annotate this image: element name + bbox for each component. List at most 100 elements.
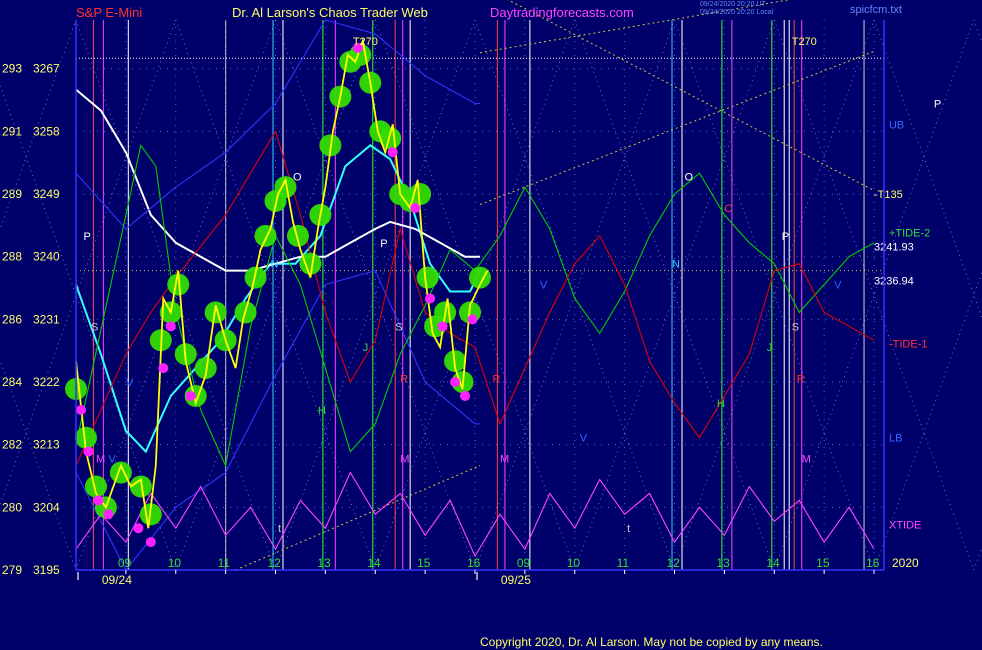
price-marker-5 [145, 537, 156, 548]
y-tick-left-6: 282 [2, 438, 22, 452]
annotation-28: V [540, 280, 548, 292]
annotation-20: H [318, 405, 326, 417]
y-tick-left-5: 284 [2, 375, 22, 389]
price-marker-7 [165, 321, 176, 332]
year-label: 2020 [892, 556, 919, 570]
annotation-7: 3236.94 [874, 275, 914, 287]
annotation-4: UB [889, 119, 904, 131]
y-tick-left-3: 288 [2, 250, 22, 264]
chaos-trader-chart: T270T270+T000-T135UB+TIDE-23241.933236.9… [0, 0, 982, 650]
annotation-10: XTIDE [889, 520, 921, 532]
annotation-26: R [492, 374, 500, 386]
price-blob-33 [416, 266, 439, 289]
chart-background [0, 0, 982, 650]
price-blob-17 [254, 224, 277, 247]
date-label-0: 09/24 [102, 573, 132, 587]
annotation-18: O [293, 172, 302, 184]
y-tick-price-4: 3231 [33, 312, 60, 326]
annotation-38: R [797, 374, 805, 386]
annotation-33: C [724, 203, 732, 215]
price-marker-12 [425, 293, 436, 304]
annotation-12: P [83, 231, 90, 243]
symbol-title: S&P E-Mini [76, 5, 143, 20]
site-link[interactable]: Daytradingforecasts.com [490, 5, 634, 20]
author-title: Dr. Al Larson's Chaos Trader Web [232, 5, 428, 20]
annotation-40: V [834, 280, 842, 292]
annotation-5: +TIDE-2 [889, 227, 930, 239]
price-marker-16 [467, 314, 478, 325]
annotation-25: M [400, 454, 409, 466]
price-marker-8 [185, 390, 196, 401]
annotation-31: N [672, 259, 680, 271]
y-tick-left-2: 289 [2, 187, 22, 201]
annotation-39: M [802, 454, 811, 466]
annotation-11: P [934, 99, 941, 111]
x-tick-label-12: 13 [716, 556, 730, 570]
price-marker-10 [387, 147, 398, 158]
y-tick-price-7: 3204 [33, 500, 60, 514]
price-marker-13 [437, 321, 448, 332]
x-tick-label-15: 16 [866, 556, 880, 570]
price-marker-14 [450, 377, 461, 388]
timestamp-ut: 09/24/2020 20:20 UT [700, 1, 766, 8]
annotation-1: T270 [792, 36, 817, 48]
annotation-37: S [792, 321, 799, 333]
annotation-24: R [400, 374, 408, 386]
x-tick-label-0: 09 [118, 556, 132, 570]
y-tick-price-1: 3258 [33, 124, 60, 138]
y-tick-price-3: 3240 [33, 250, 60, 264]
annotation-23: S [395, 321, 402, 333]
annotation-35: J [767, 342, 773, 354]
annotation-30: t [627, 523, 630, 535]
copyright-notice: Copyright 2020, Dr. Al Larson. May not b… [480, 635, 823, 649]
annotation-34: H [717, 398, 725, 410]
annotation-15: V [108, 454, 116, 466]
x-tick-label-2: 11 [218, 556, 231, 570]
x-tick-label-3: 12 [268, 556, 282, 570]
y-tick-price-6: 3213 [33, 438, 60, 452]
y-tick-price-2: 3249 [33, 187, 60, 201]
annotation-6: 3241.93 [874, 241, 914, 253]
price-blob-13 [204, 301, 227, 324]
y-tick-price-8: 3195 [33, 563, 60, 577]
date-label-1: 09/25 [501, 573, 531, 587]
annotation-9: LB [889, 433, 902, 445]
price-marker-15 [460, 390, 471, 401]
annotation-0: T270 [353, 36, 378, 48]
annotation-16: V [126, 377, 134, 389]
x-tick-label-7: 16 [467, 556, 481, 570]
x-tick-label-4: 13 [317, 556, 331, 570]
x-tick-label-9: 10 [567, 556, 581, 570]
y-tick-left-0: 293 [2, 62, 22, 76]
annotation-17: t [278, 523, 281, 535]
x-tick-label-5: 14 [367, 556, 381, 570]
price-marker-6 [158, 363, 169, 374]
annotation-32: O [684, 172, 693, 184]
x-tick-label-6: 15 [417, 556, 431, 570]
y-tick-price-0: 3267 [33, 62, 60, 76]
price-marker-1 [83, 446, 94, 457]
y-tick-left-7: 280 [2, 500, 22, 514]
x-tick-label-8: 09 [517, 556, 531, 570]
annotation-14: M [96, 454, 105, 466]
annotation-13: S [91, 321, 98, 333]
timestamp-local: 09/24/2020 20:20 Local [700, 9, 774, 16]
price-marker-3 [103, 509, 114, 520]
price-marker-0 [75, 404, 86, 415]
y-tick-left-4: 286 [2, 312, 22, 326]
x-tick-label-10: 11 [617, 556, 630, 570]
x-tick-label-1: 10 [168, 556, 182, 570]
file-name: spicfcm.txt [850, 4, 902, 16]
annotation-27: M [500, 454, 509, 466]
price-marker-2 [93, 495, 104, 506]
y-tick-price-5: 3222 [33, 375, 60, 389]
annotation-22: P [380, 238, 387, 250]
annotation-8: -TIDE-1 [889, 339, 928, 351]
annotation-21: J [363, 342, 369, 354]
x-tick-label-14: 15 [816, 556, 830, 570]
y-tick-left-8: 279 [2, 563, 22, 577]
x-tick-label-13: 14 [766, 556, 780, 570]
x-tick-label-11: 12 [667, 556, 681, 570]
annotation-36: P [782, 231, 789, 243]
annotation-29: V [580, 433, 588, 445]
